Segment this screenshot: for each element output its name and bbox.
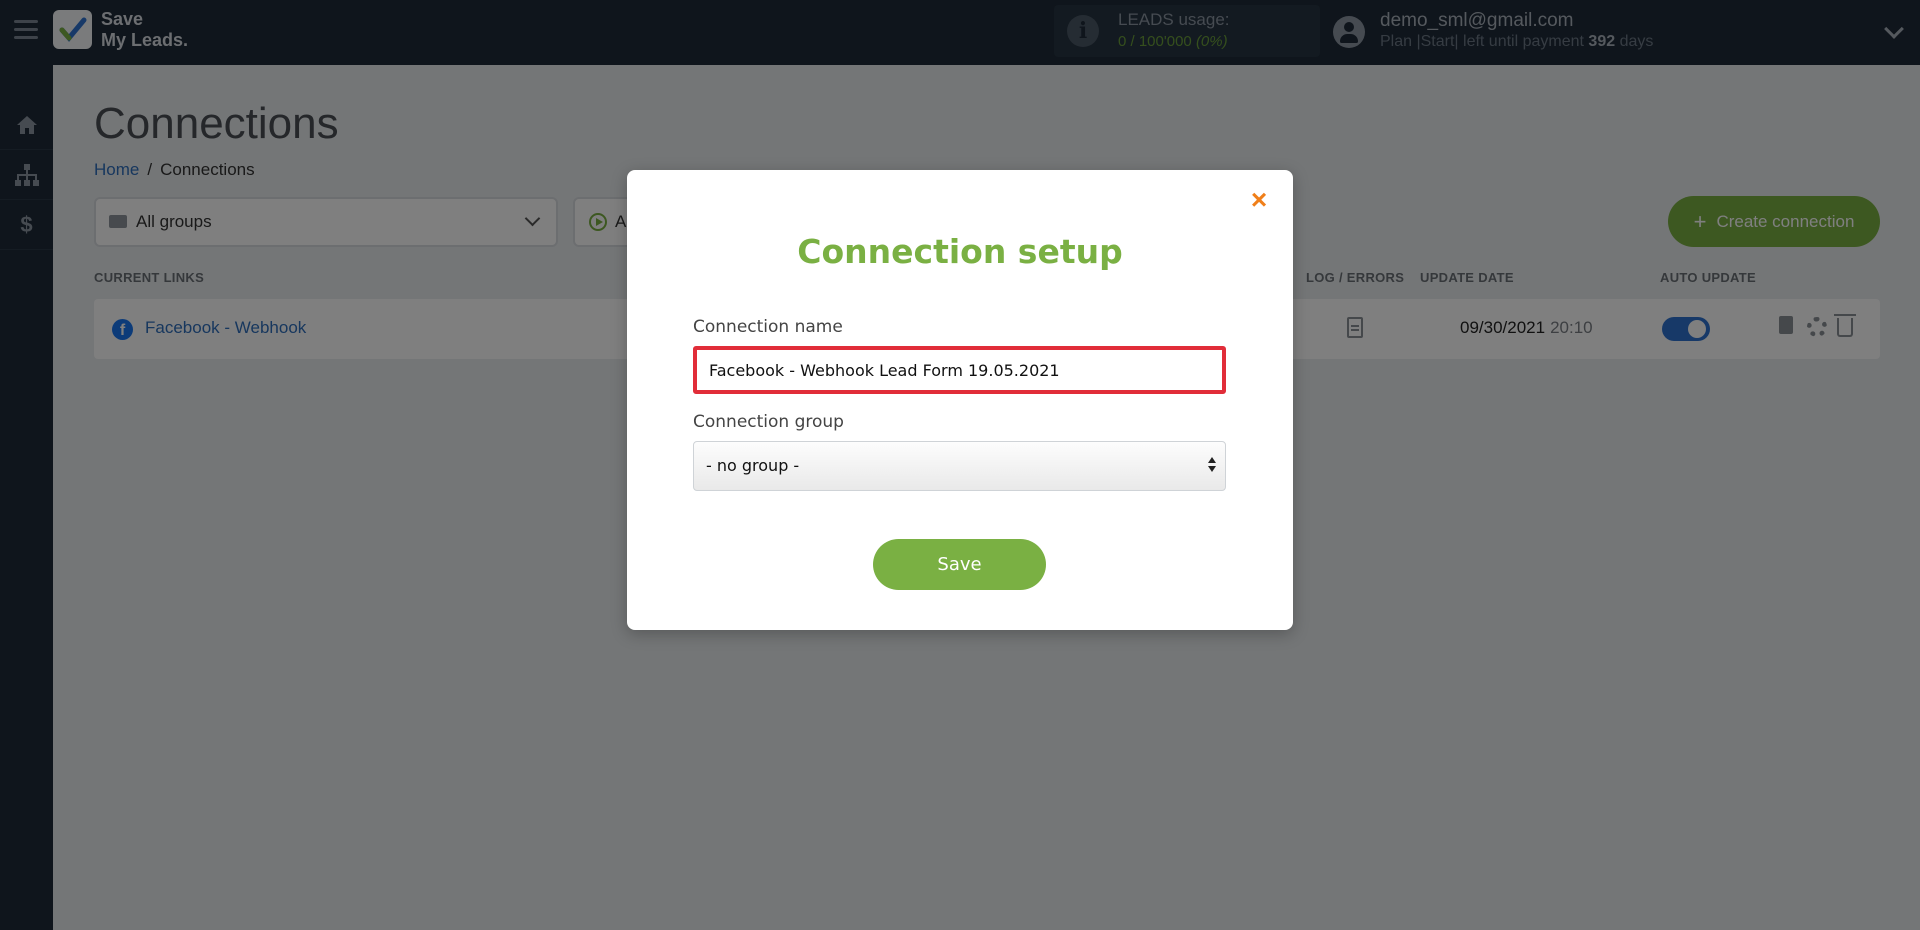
connection-name-input[interactable]	[693, 346, 1226, 394]
select-arrows-icon	[1207, 457, 1217, 475]
connection-setup-modal: × Connection setup Connection name Conne…	[627, 170, 1293, 630]
save-button[interactable]: Save	[873, 539, 1046, 590]
close-icon[interactable]: ×	[1246, 186, 1272, 214]
connection-name-label: Connection name	[693, 317, 843, 337]
connection-group-value: - no group -	[706, 456, 800, 475]
connection-group-select[interactable]: - no group -	[693, 441, 1226, 491]
connection-group-label: Connection group	[693, 412, 844, 432]
modal-title: Connection setup	[797, 232, 1123, 271]
